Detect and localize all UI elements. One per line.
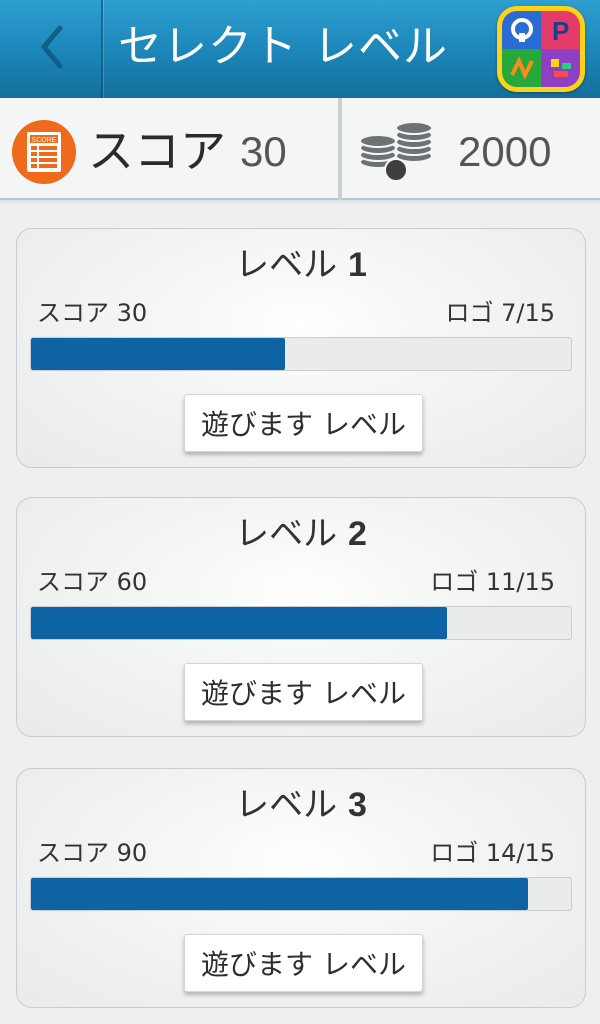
coins-value: 2000 (458, 128, 552, 175)
level-score: スコア 90 (37, 839, 148, 867)
level-progress-bar (30, 606, 572, 640)
app-logo-icon[interactable]: P (497, 6, 585, 92)
level-card-1: レベル 1 スコア 30 ロゴ 7/15 遊びます レベル (16, 228, 586, 468)
level-title: レベル 3 (17, 777, 585, 826)
page-title: セレクト レベル (118, 21, 448, 72)
level-number: 3 (347, 786, 367, 824)
level-score: スコア 60 (37, 568, 148, 596)
level-card-3: レベル 3 スコア 90 ロゴ 14/15 遊びます レベル (16, 768, 586, 1008)
level-progress-fill (31, 878, 528, 910)
coin-stack-icon (356, 118, 438, 184)
level-score: スコア 30 (37, 299, 148, 327)
level-card-2: レベル 2 スコア 60 ロゴ 11/15 遊びます レベル (16, 497, 586, 737)
svg-text:SCORE: SCORE (32, 137, 57, 144)
level-title-label: レベル (235, 514, 338, 554)
score-sheet-icon: SCORE (12, 120, 76, 184)
chevron-left-icon (36, 24, 66, 74)
play-level-button[interactable]: 遊びます レベル (184, 663, 423, 721)
play-level-button[interactable]: 遊びます レベル (184, 394, 423, 452)
play-level-button[interactable]: 遊びます レベル (184, 934, 423, 992)
svg-text:P: P (552, 16, 569, 45)
level-progress-fill (31, 607, 447, 639)
level-logos: ロゴ 14/15 (430, 839, 555, 867)
level-title: レベル 2 (17, 506, 585, 555)
level-progress-fill (31, 338, 285, 370)
level-progress-bar (30, 877, 572, 911)
level-number: 1 (347, 246, 367, 284)
header-divider (101, 0, 103, 98)
level-title: レベル 1 (17, 237, 585, 286)
stats-divider (338, 98, 342, 200)
score-value: 30 (240, 128, 287, 175)
level-title-label: レベル (235, 785, 338, 825)
level-logos: ロゴ 11/15 (430, 568, 555, 596)
level-number: 2 (347, 515, 367, 553)
level-logos: ロゴ 7/15 (445, 299, 555, 327)
level-progress-bar (30, 337, 572, 371)
back-button[interactable] (0, 0, 102, 98)
level-title-label: レベル (235, 245, 338, 285)
score-label: スコア (88, 124, 226, 178)
